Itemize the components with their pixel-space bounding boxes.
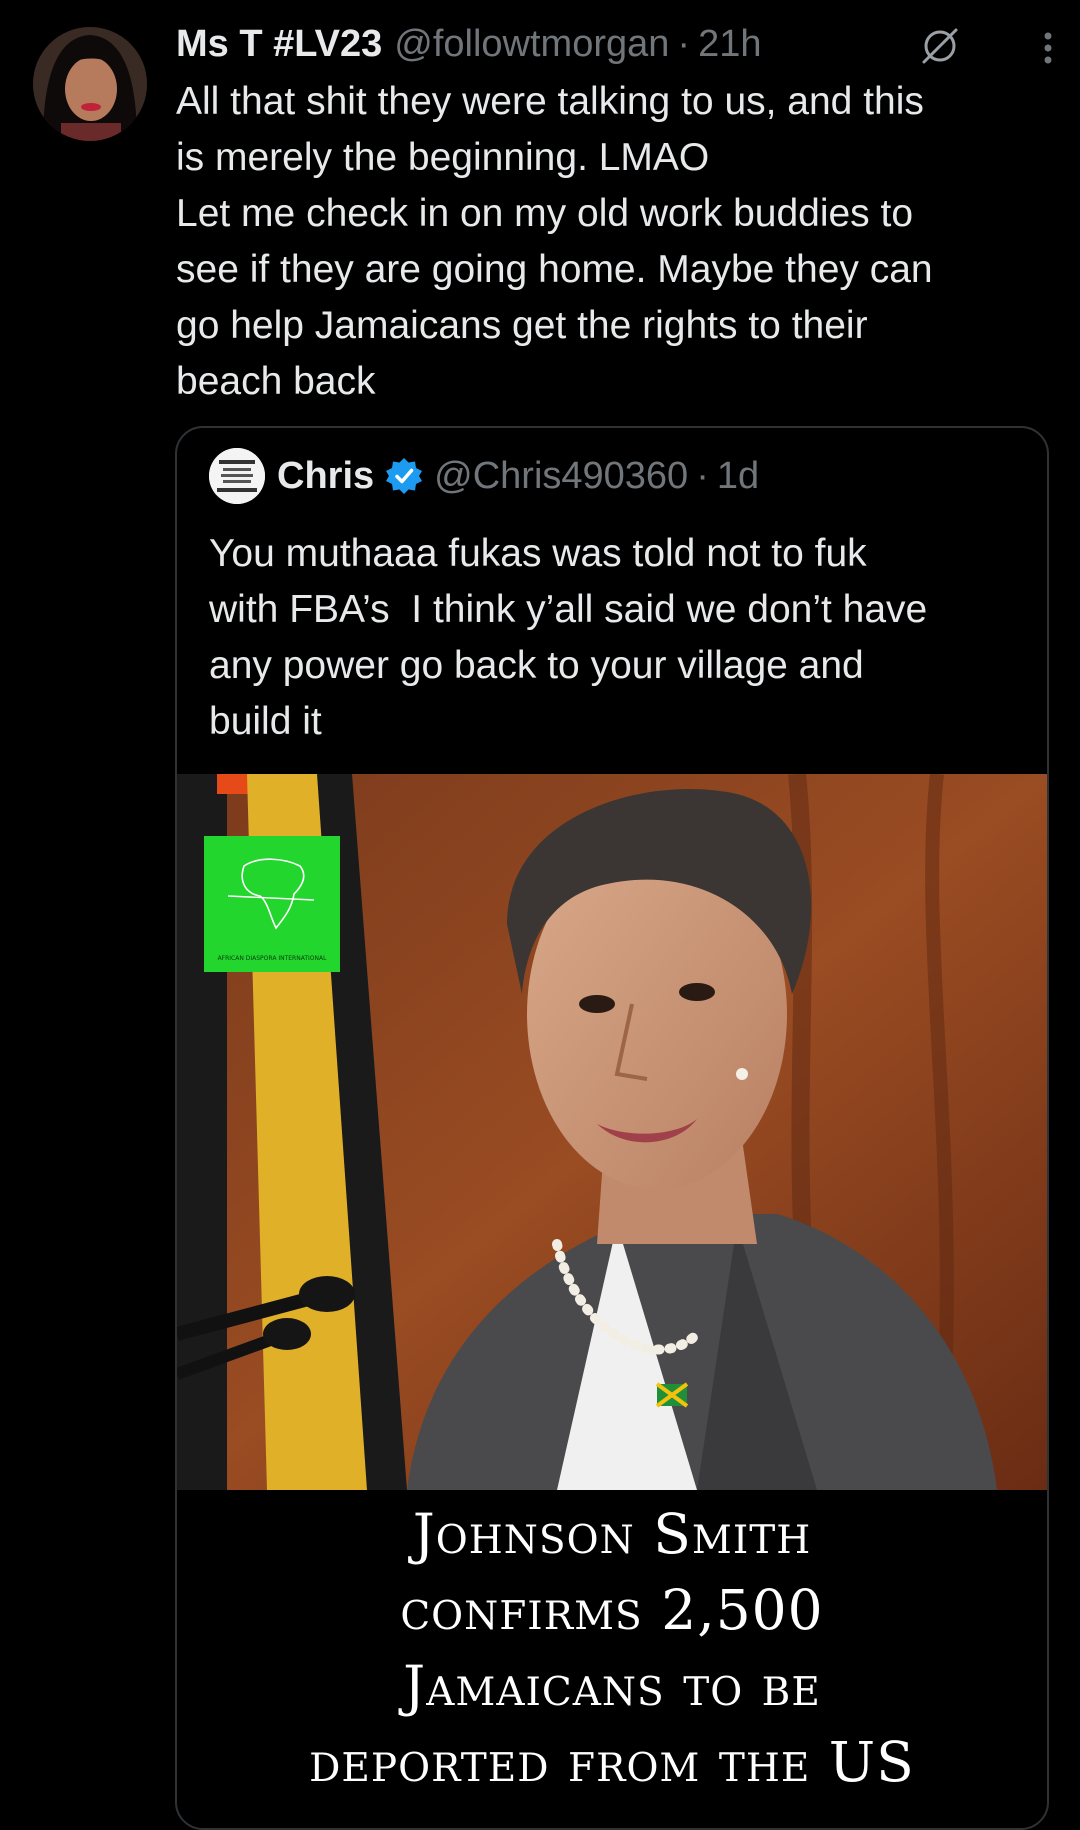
tweet-time[interactable]: 21h [698,23,761,66]
tweet-text: All that shit they were talking to us, a… [176,74,1036,410]
tweet-line: beach back [176,360,376,403]
author-name[interactable]: Ms T #LV23 [176,23,382,66]
tweet-line: go help Jamaicans get the rights to thei… [176,304,868,347]
grok-icon[interactable] [918,24,962,68]
headline-line: Jamaicans to be [403,1654,821,1718]
more-vertical-icon[interactable] [1038,28,1058,68]
tweet-line: see if they are going home. Maybe they c… [176,248,933,291]
tweet-header: Ms T #LV23 @followtmorgan · 21h [176,18,1060,70]
quote-author-handle[interactable]: @Chris490360 [434,455,688,498]
quote-author-name[interactable]: Chris [277,455,374,498]
quote-text: You muthaaa fukas was told not to fuk wi… [209,526,1015,750]
headline-text: Johnson Smith confirms 2,500 Jamaicans t… [177,1496,1047,1800]
verified-badge-icon [384,456,424,496]
author-handle[interactable]: @followtmorgan [394,23,669,66]
headline-line: Johnson Smith [412,1502,812,1566]
tweet-line: is merely the beginning. LMAO [176,136,710,179]
quote-avatar[interactable] [209,448,265,504]
author-avatar[interactable] [33,27,147,141]
tweet-line: All that shit they were talking to us, a… [176,80,924,123]
quote-header: Chris @Chris490360 · 1d [209,446,759,506]
separator-dot: · [696,454,709,497]
quote-line: with FBA’s I think y’all said we don’t h… [209,588,928,631]
headline-line: confirms 2,500 [400,1578,824,1642]
quote-line: any power go back to your village and [209,644,864,687]
quoted-tweet[interactable]: Chris @Chris490360 · 1d You muthaaa fuka… [175,426,1049,1830]
quote-media-image[interactable]: AFRICAN DIASPORA INTERNATIONAL Johnson S… [177,774,1047,1828]
quote-time[interactable]: 1d [717,455,759,498]
quote-line: build it [209,700,322,743]
tweet-line: Let me check in on my old work buddies t… [176,192,914,235]
separator-dot: · [677,22,691,65]
organization-logo: AFRICAN DIASPORA INTERNATIONAL [204,836,340,972]
logo-text: AFRICAN DIASPORA INTERNATIONAL [217,955,327,962]
quote-line: You muthaaa fukas was told not to fuk [209,532,867,575]
headline-line: deported from the US [309,1730,915,1794]
